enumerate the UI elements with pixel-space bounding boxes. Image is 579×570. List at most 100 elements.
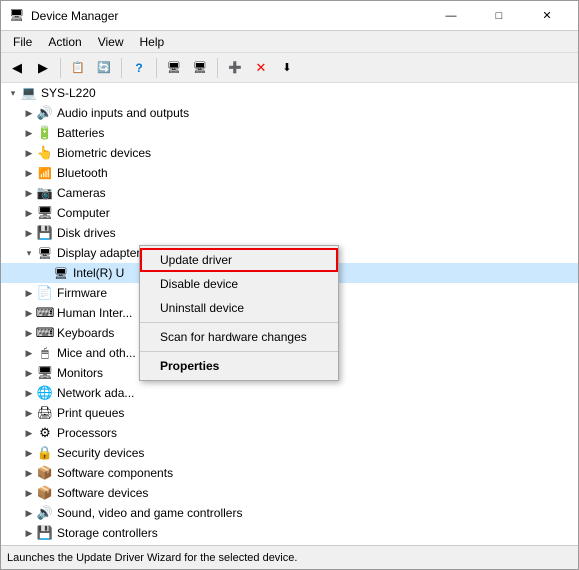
cameras-expand-icon[interactable]: ▶ [21,185,37,201]
print-label: Print queues [57,406,574,420]
sound-label: Sound, video and game controllers [57,506,574,520]
tree-item-print[interactable]: ▶ 🖨 Print queues [1,403,578,423]
tree-pane[interactable]: ▾ 💻 SYS-L220 ▶ 🔊 Audio inputs and output… [1,83,578,545]
hid-icon: ⌨ [37,305,53,321]
keyboards-expand-icon[interactable]: ▶ [21,325,37,341]
batteries-icon: 🔋 [37,125,53,141]
sw-devices-expand-icon[interactable]: ▶ [21,485,37,501]
root-icon: 💻 [21,85,37,101]
toolbar-back[interactable]: ◀ [5,56,29,80]
storage-label: Storage controllers [57,526,574,540]
toolbar-help[interactable]: ? [127,56,151,80]
monitors-icon: 🖥 [37,365,53,381]
toolbar-remove[interactable]: ✕ [249,56,273,80]
sw-components-expand-icon[interactable]: ▶ [21,465,37,481]
device-manager-window: 🖥 Device Manager — □ ✕ File Action View … [0,0,579,570]
toolbar-sep-4 [217,58,218,78]
tree-item-biometric[interactable]: ▶ 👆 Biometric devices [1,143,578,163]
menu-action[interactable]: Action [40,33,89,51]
biometric-expand-icon[interactable]: ▶ [21,145,37,161]
context-menu: Update driver Disable device Uninstall d… [139,245,339,381]
maximize-button[interactable]: □ [476,1,522,31]
toolbar-display2[interactable]: 🖥 [188,56,212,80]
computer-icon: 🖥 [37,205,53,221]
tree-item-cameras[interactable]: ▶ 📷 Cameras [1,183,578,203]
ctx-disable-device[interactable]: Disable device [140,272,338,296]
disk-label: Disk drives [57,226,574,240]
tree-item-audio[interactable]: ▶ 🔊 Audio inputs and outputs [1,103,578,123]
toolbar-add[interactable]: ➕ [223,56,247,80]
ctx-properties[interactable]: Properties [140,354,338,378]
menu-help[interactable]: Help [132,33,173,51]
tree-item-sw-components[interactable]: ▶ 📦 Software components [1,463,578,483]
bluetooth-expand-icon[interactable]: ▶ [21,165,37,181]
tree-item-batteries[interactable]: ▶ 🔋 Batteries [1,123,578,143]
toolbar-refresh[interactable]: 🔄 [92,56,116,80]
monitors-expand-icon[interactable]: ▶ [21,365,37,381]
close-button[interactable]: ✕ [524,1,570,31]
root-label: SYS-L220 [41,86,574,100]
hid-expand-icon[interactable]: ▶ [21,305,37,321]
print-icon: 🖨 [37,405,53,421]
computer-expand-icon[interactable]: ▶ [21,205,37,221]
sw-devices-label: Software devices [57,486,574,500]
sw-components-label: Software components [57,466,574,480]
toolbar-properties[interactable]: 📋 [66,56,90,80]
ctx-separator-2 [140,351,338,352]
tree-item-sound[interactable]: ▶ 🔊 Sound, video and game controllers [1,503,578,523]
storage-icon: 💾 [37,525,53,541]
security-icon: 🔒 [37,445,53,461]
menu-view[interactable]: View [90,33,132,51]
tree-item-processors[interactable]: ▶ ⚙ Processors [1,423,578,443]
network-icon: 🌐 [37,385,53,401]
firmware-icon: 📄 [37,285,53,301]
tree-root[interactable]: ▾ 💻 SYS-L220 [1,83,578,103]
toolbar-forward[interactable]: ▶ [31,56,55,80]
security-expand-icon[interactable]: ▶ [21,445,37,461]
toolbar-display[interactable]: 🖥 [162,56,186,80]
toolbar: ◀ ▶ 📋 🔄 ? 🖥 🖥 ➕ ✕ ⬇ [1,53,578,83]
cameras-icon: 📷 [37,185,53,201]
mice-expand-icon[interactable]: ▶ [21,345,37,361]
minimize-button[interactable]: — [428,1,474,31]
ctx-uninstall-device[interactable]: Uninstall device [140,296,338,320]
tree-item-bluetooth[interactable]: ▶ 📶 Bluetooth [1,163,578,183]
firmware-expand-icon[interactable]: ▶ [21,285,37,301]
tree-item-network[interactable]: ▶ 🌐 Network ada... [1,383,578,403]
tree-item-computer[interactable]: ▶ 🖥 Computer [1,203,578,223]
toolbar-sep-1 [60,58,61,78]
batteries-label: Batteries [57,126,574,140]
batteries-expand-icon[interactable]: ▶ [21,125,37,141]
tree-item-storage[interactable]: ▶ 💾 Storage controllers [1,523,578,543]
toolbar-install[interactable]: ⬇ [275,56,299,80]
ctx-separator-1 [140,322,338,323]
sound-expand-icon[interactable]: ▶ [21,505,37,521]
computer-label: Computer [57,206,574,220]
sw-components-icon: 📦 [37,465,53,481]
bluetooth-label: Bluetooth [57,166,574,180]
network-expand-icon[interactable]: ▶ [21,385,37,401]
status-text: Launches the Update Driver Wizard for th… [7,552,297,564]
processors-expand-icon[interactable]: ▶ [21,425,37,441]
window-title: Device Manager [31,9,428,23]
toolbar-sep-2 [121,58,122,78]
disk-expand-icon[interactable]: ▶ [21,225,37,241]
tree-item-system[interactable]: ▶ 🖥 System devices [1,543,578,545]
title-bar: 🖥 Device Manager — □ ✕ [1,1,578,31]
bluetooth-icon: 📶 [37,165,53,181]
sound-icon: 🔊 [37,505,53,521]
status-bar: Launches the Update Driver Wizard for th… [1,545,578,569]
network-label: Network ada... [57,386,574,400]
storage-expand-icon[interactable]: ▶ [21,525,37,541]
ctx-scan-hardware[interactable]: Scan for hardware changes [140,325,338,349]
tree-item-disk[interactable]: ▶ 💾 Disk drives [1,223,578,243]
window-icon: 🖥 [9,8,25,24]
root-expand-icon[interactable]: ▾ [5,85,21,101]
display-expand-icon[interactable]: ▾ [21,245,37,261]
print-expand-icon[interactable]: ▶ [21,405,37,421]
menu-file[interactable]: File [5,33,40,51]
ctx-update-driver[interactable]: Update driver [140,248,338,272]
tree-item-sw-devices[interactable]: ▶ 📦 Software devices [1,483,578,503]
tree-item-security[interactable]: ▶ 🔒 Security devices [1,443,578,463]
audio-expand-icon[interactable]: ▶ [21,105,37,121]
